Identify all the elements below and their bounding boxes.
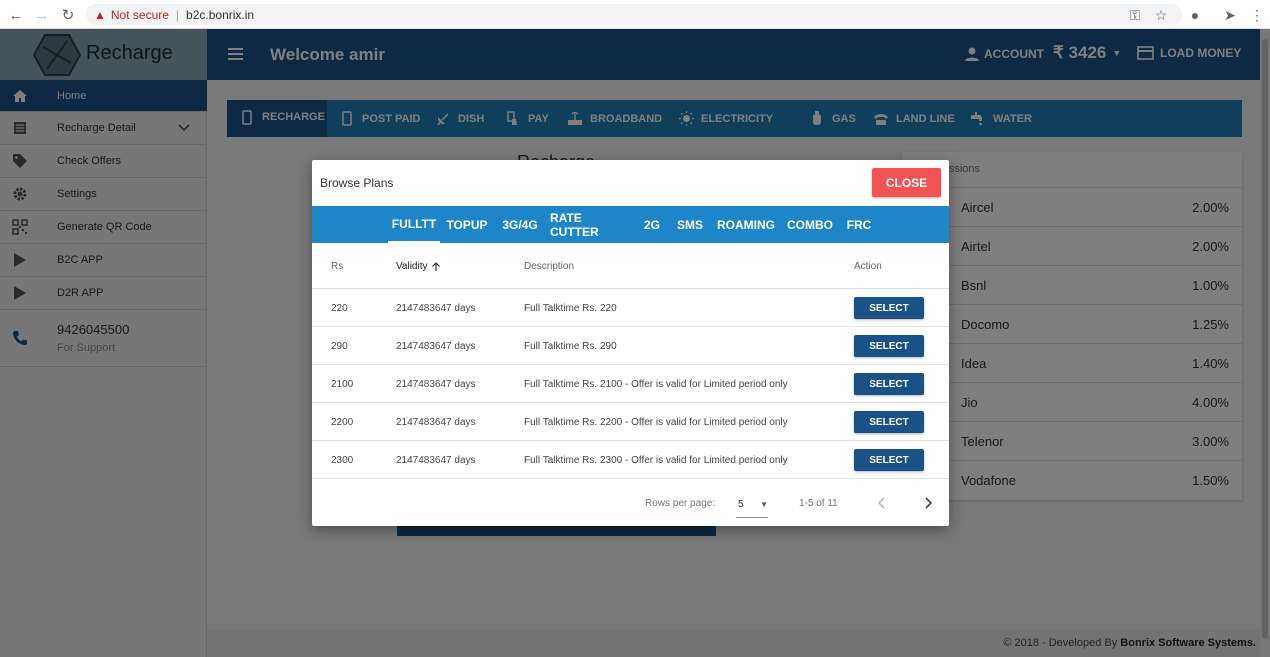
rows-per-page-value: 5 (738, 499, 744, 510)
table-header: Rs Validity Description Action (312, 243, 949, 289)
select-button[interactable]: SELECT (854, 449, 924, 471)
plan-rs: 2300 (331, 455, 354, 466)
select-button[interactable]: SELECT (854, 411, 924, 433)
tab-3g-4g[interactable]: 3G/4G (498, 206, 542, 243)
tab-combo[interactable]: COMBO (784, 206, 836, 243)
plan-rs: 2200 (331, 417, 354, 428)
select-button[interactable]: SELECT (854, 335, 924, 357)
reload-icon[interactable]: ↻ (58, 5, 78, 25)
warning-icon: ▲ (94, 7, 106, 22)
url-text: b2c.bonrix.in (186, 7, 255, 22)
sort-arrow-up-icon (431, 261, 440, 271)
dialog-title: Browse Plans (320, 176, 394, 190)
back-arrow-icon[interactable]: ← (6, 5, 26, 25)
plan-description: Full Talktime Rs. 2100 - Offer is valid … (524, 379, 788, 390)
plan-tabs: FULLTT TOPUP 3G/4G RATE CUTTER 2G SMS RO… (312, 206, 949, 243)
extension-arrow-icon[interactable]: ➤ (1221, 6, 1239, 24)
tab-fulltt[interactable]: FULLTT (388, 206, 440, 243)
table-row: 2100 2147483647 days Full Talktime Rs. 2… (312, 365, 949, 403)
column-rs[interactable]: Rs (331, 261, 343, 272)
select-button[interactable]: SELECT (854, 373, 924, 395)
star-icon[interactable]: ☆ (1152, 6, 1170, 24)
tab-topup[interactable]: TOPUP (444, 206, 490, 243)
column-description[interactable]: Description (524, 261, 574, 272)
extension-icon[interactable]: ● (1186, 6, 1204, 24)
plan-description: Full Talktime Rs. 2200 - Offer is valid … (524, 417, 788, 428)
select-button[interactable]: SELECT (854, 297, 924, 319)
address-bar[interactable]: ▲ Not secure | b2c.bonrix.in (86, 4, 1182, 25)
security-status: Not secure (110, 7, 169, 22)
key-icon[interactable]: ⚿ (1126, 6, 1144, 24)
table-row: 2300 2147483647 days Full Talktime Rs. 2… (312, 441, 949, 479)
tab-rate-cutter[interactable]: RATE CUTTER (550, 206, 632, 243)
tab-2g[interactable]: 2G (640, 206, 664, 243)
chevron-right-icon[interactable] (922, 497, 934, 509)
plan-rs: 2100 (331, 379, 354, 390)
tab-frc[interactable]: FRC (844, 206, 874, 243)
close-button[interactable]: CLOSE (872, 168, 941, 197)
rows-per-page-label: Rows per page: (645, 498, 716, 509)
browser-toolbar: ← → ↻ ▲ Not secure | b2c.bonrix.in ⚿ ☆ ●… (0, 0, 1270, 29)
plan-description: Full Talktime Rs. 220 (524, 303, 617, 314)
table-row: 2200 2147483647 days Full Talktime Rs. 2… (312, 403, 949, 441)
plan-rs: 290 (331, 341, 348, 352)
plan-description: Full Talktime Rs. 2300 - Offer is valid … (524, 455, 788, 466)
column-validity-label: Validity (396, 261, 428, 272)
plan-validity: 2147483647 days (396, 303, 476, 314)
tab-roaming[interactable]: ROAMING (716, 206, 776, 243)
plan-validity: 2147483647 days (396, 417, 476, 428)
table-row: 220 2147483647 days Full Talktime Rs. 22… (312, 289, 949, 327)
page-range: 1-5 of 11 (799, 498, 838, 509)
plan-rs: 220 (331, 303, 348, 314)
plan-validity: 2147483647 days (396, 379, 476, 390)
table-row: 290 2147483647 days Full Talktime Rs. 29… (312, 327, 949, 365)
column-validity[interactable]: Validity (396, 261, 441, 272)
forward-arrow-icon[interactable]: → (32, 5, 52, 25)
plan-description: Full Talktime Rs. 290 (524, 341, 617, 352)
caret-down-icon: ▼ (760, 500, 768, 509)
table-pagination: Rows per page: 5 ▼ 1-5 of 11 (312, 480, 949, 526)
chevron-left-icon[interactable] (876, 497, 888, 509)
plan-validity: 2147483647 days (396, 341, 476, 352)
url-separator: | (175, 7, 180, 22)
tab-sms[interactable]: SMS (672, 206, 708, 243)
column-action: Action (854, 261, 882, 272)
rows-per-page-select[interactable]: 5 ▼ (736, 492, 768, 518)
plan-validity: 2147483647 days (396, 455, 476, 466)
menu-dots-icon[interactable]: ⋮ (1248, 6, 1266, 24)
browse-plans-dialog: Browse Plans CLOSE FULLTT TOPUP 3G/4G RA… (312, 160, 949, 526)
